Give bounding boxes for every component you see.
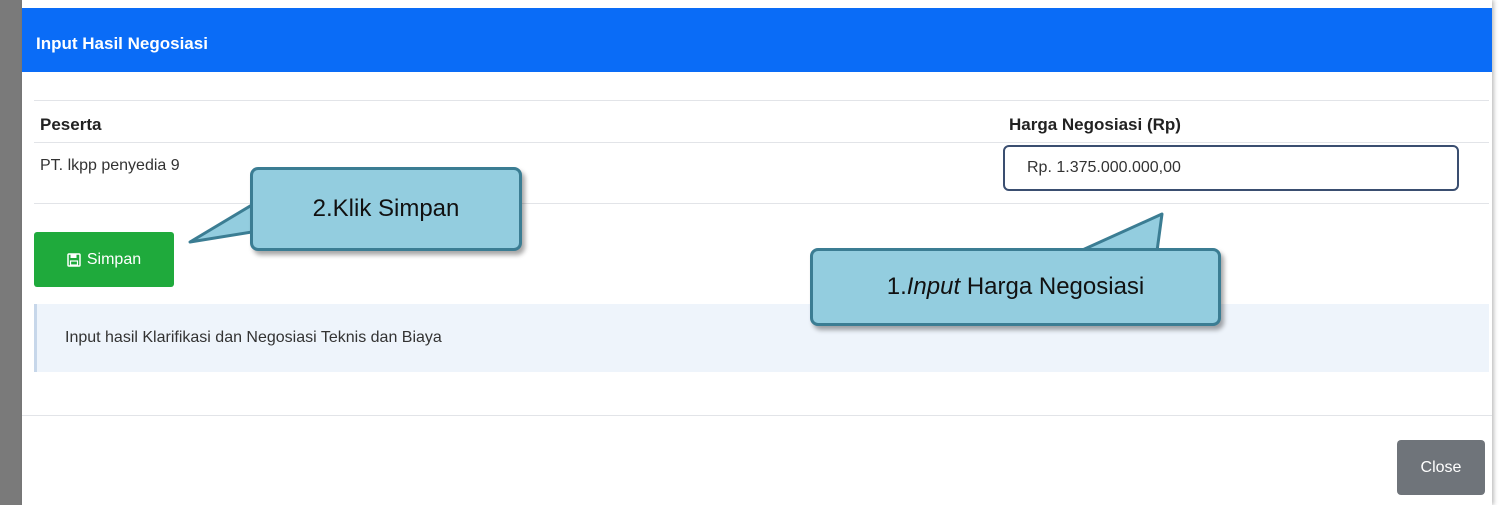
info-alert: Input hasil Klarifikasi dan Negosiasi Te… — [34, 304, 1489, 372]
callout-rest: Harga Negosiasi — [960, 273, 1145, 300]
callout-emphasis: Input — [906, 273, 961, 300]
callout-step-number: 1. — [886, 273, 907, 300]
callout-klik-simpan: 2.Klik Simpan — [250, 167, 522, 251]
peserta-cell: PT. lkpp penyedia 9 — [40, 157, 180, 174]
dialog-header: Input Hasil Negosiasi — [22, 8, 1492, 72]
table-header-divider — [34, 142, 1489, 143]
column-header-harga: Harga Negosiasi (Rp) — [1009, 115, 1181, 134]
dialog-title: Input Hasil Negosiasi — [36, 34, 208, 53]
close-button[interactable]: Close — [1397, 440, 1485, 495]
negotiation-dialog: Input Hasil Negosiasi Peserta Harga Nego… — [22, 0, 1492, 505]
floppy-disk-icon — [67, 252, 81, 267]
simpan-label: Simpan — [86, 250, 142, 268]
callout-klik-simpan-text: 2.Klik Simpan — [312, 195, 460, 222]
footer-divider — [22, 415, 1492, 416]
callout-input-harga-text: 1.Input Harga Negosiasi — [887, 273, 1145, 301]
background-window-edge — [0, 0, 22, 505]
table-top-border — [34, 100, 1489, 101]
info-text: Input hasil Klarifikasi dan Negosiasi Te… — [65, 329, 442, 346]
harga-negosiasi-input[interactable] — [1003, 145, 1459, 191]
column-header-peserta: Peserta — [40, 115, 102, 134]
simpan-button[interactable]: Simpan — [34, 232, 174, 287]
callout-input-harga: 1.Input Harga Negosiasi — [810, 248, 1221, 326]
